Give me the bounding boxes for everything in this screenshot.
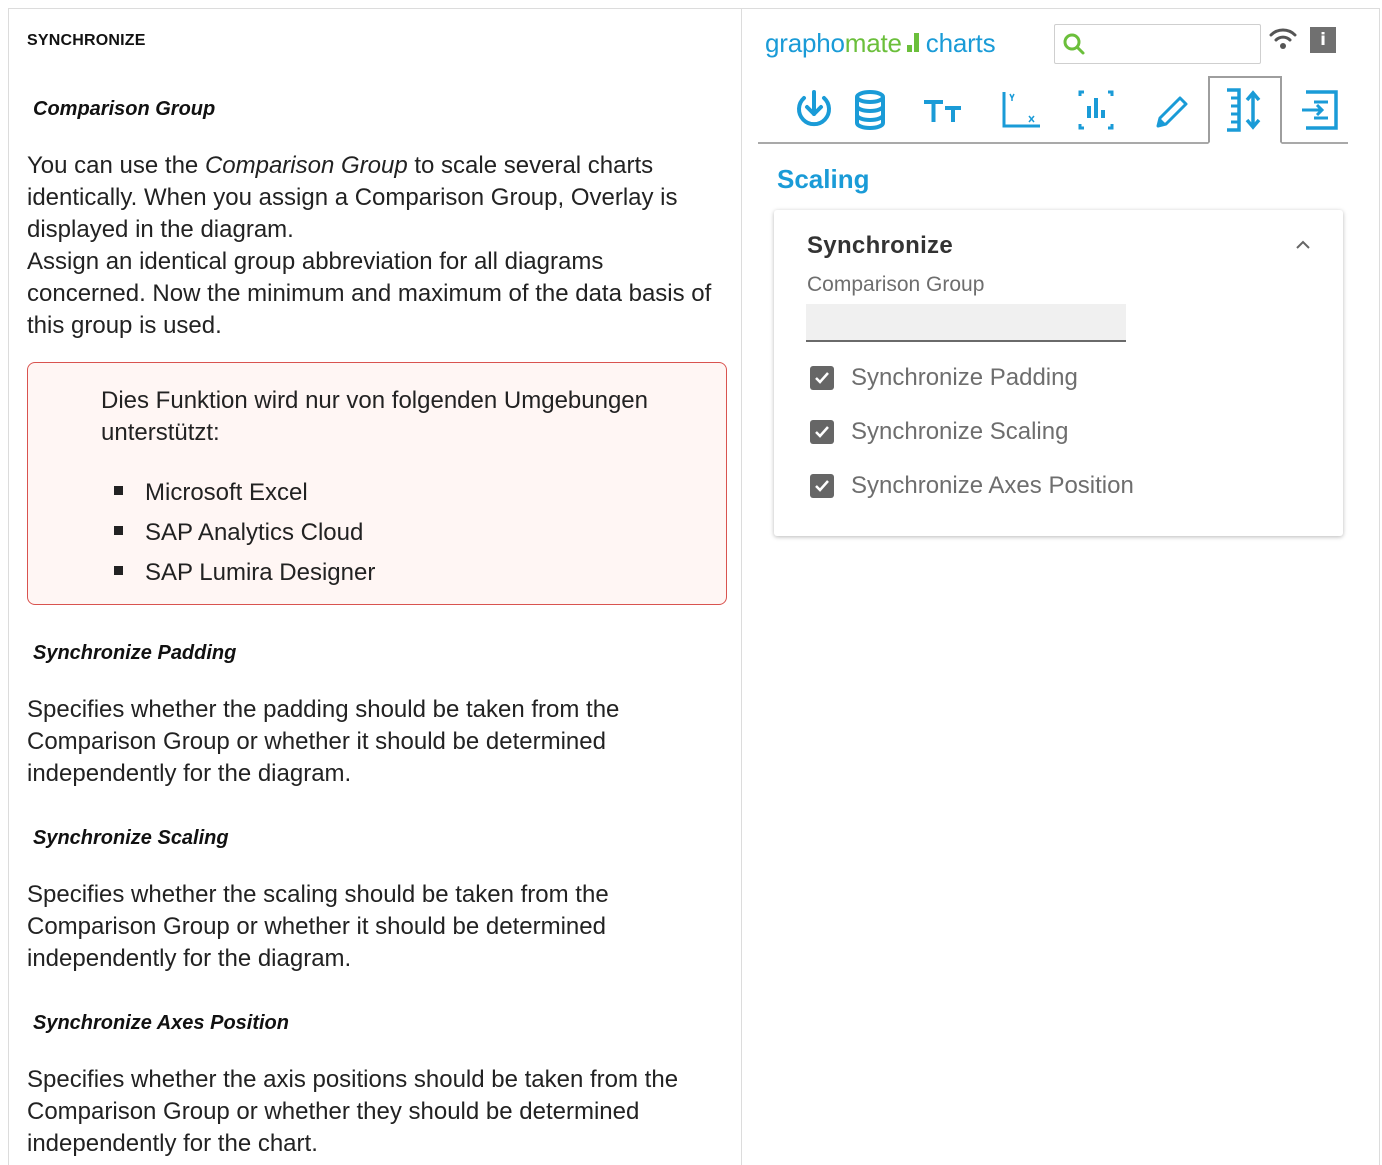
checkbox-label: Synchronize Axes Position: [851, 472, 1134, 499]
card-title: Synchronize: [807, 232, 953, 259]
synchronize-scaling-checkbox[interactable]: Synchronize Scaling: [810, 418, 1068, 446]
checkbox-label: Synchronize Padding: [851, 364, 1078, 391]
text-size-icon: [924, 100, 961, 122]
synchronize-axes-position-paragraph: Specifies whether the axis positions sho…: [27, 1066, 679, 1157]
tab-data[interactable]: [842, 82, 898, 138]
section-title-synchronize-axes-position: Synchronize Axes Position: [33, 1012, 289, 1034]
tab-edit[interactable]: [1144, 82, 1200, 138]
section-title: Scaling: [777, 164, 870, 194]
download-icon: [797, 90, 831, 127]
documentation-column: SYNCHRONIZE Comparison Group You can use…: [27, 32, 727, 1157]
synchronize-axes-position-checkbox[interactable]: Synchronize Axes Position: [810, 472, 1134, 500]
graphomate-logo: graphomate charts: [765, 28, 996, 59]
brand-text: charts: [925, 28, 996, 58]
toolbar-divider: [758, 142, 1208, 144]
checkbox-label: Synchronize Scaling: [851, 418, 1069, 445]
para-text: You can use the: [27, 152, 205, 179]
database-icon: [855, 90, 885, 130]
support-note: Dies Funktion wird nur von folgenden Umg…: [27, 362, 727, 605]
section-title-comparison-group: Comparison Group: [33, 98, 216, 120]
list-item: Microsoft Excel: [114, 473, 375, 513]
list-item: SAP Analytics Cloud: [114, 513, 375, 553]
para-text: Assign an identical group abbreviation f…: [27, 248, 712, 339]
tab-layout[interactable]: [1292, 82, 1348, 138]
brand-text: mate: [844, 28, 902, 58]
column-divider: [741, 8, 742, 1165]
doc-heading: SYNCHRONIZE: [27, 32, 146, 49]
search-input[interactable]: [1091, 29, 1256, 59]
checkmark-icon: [815, 426, 829, 438]
tab-download[interactable]: [786, 82, 842, 138]
synchronize-scaling-paragraph: Specifies whether the scaling should be …: [27, 881, 609, 972]
search-icon[interactable]: [1061, 31, 1087, 57]
synchronize-padding-checkbox[interactable]: Synchronize Padding: [810, 364, 1078, 392]
checkmark-icon: [815, 480, 829, 492]
comparison-group-input[interactable]: [806, 304, 1126, 342]
comparison-group-label: Comparison Group: [807, 273, 985, 296]
synchronize-card: Synchronize Comparison Group Synchronize…: [774, 210, 1343, 536]
chart-area-icon: [1078, 90, 1114, 130]
para-emphasis: Comparison Group: [204, 152, 408, 179]
checkbox[interactable]: [810, 366, 834, 390]
tab-text[interactable]: [916, 82, 972, 138]
comparison-group-paragraph: You can use the Comparison Group to scal…: [27, 150, 727, 342]
info-icon[interactable]: i: [1310, 27, 1336, 53]
tab-axes[interactable]: [992, 82, 1048, 138]
bars-icon: [906, 28, 921, 59]
pencil-icon: [1156, 96, 1188, 128]
scaling-icon: [1227, 88, 1261, 132]
section-title-synchronize-scaling: Synchronize Scaling: [33, 827, 229, 849]
axes-icon: [1002, 92, 1040, 128]
note-text: Dies Funktion wird nur von folgenden Umg…: [101, 387, 648, 446]
toolbar: [758, 76, 1348, 144]
search-box[interactable]: [1054, 24, 1261, 64]
toolbar-divider: [1282, 142, 1348, 144]
list-item: SAP Lumira Designer: [114, 553, 375, 593]
brand-text: grapho: [765, 28, 845, 58]
synchronize-padding-paragraph: Specifies whether the padding should be …: [27, 696, 620, 787]
tab-scaling[interactable]: [1208, 76, 1282, 144]
checkbox[interactable]: [810, 420, 834, 444]
environment-list: Microsoft Excel SAP Analytics Cloud SAP …: [114, 473, 375, 593]
wifi-icon: [1269, 28, 1297, 49]
tab-chart[interactable]: [1068, 82, 1124, 138]
layout-icon: [1302, 90, 1338, 130]
chevron-up-icon[interactable]: [1292, 234, 1314, 256]
section-title-synchronize-padding: Synchronize Padding: [33, 642, 237, 664]
checkbox[interactable]: [810, 474, 834, 498]
checkmark-icon: [815, 372, 829, 384]
